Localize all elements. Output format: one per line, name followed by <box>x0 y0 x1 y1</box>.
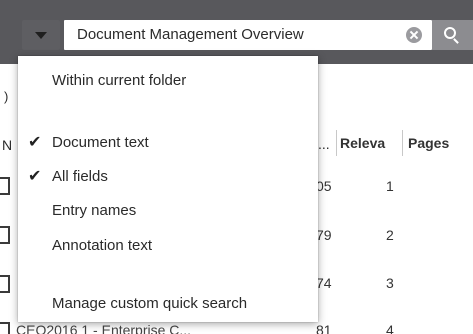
menu-item-label: Entry names <box>52 202 137 219</box>
menu-item-within-current-folder[interactable]: Within current folder <box>18 66 318 96</box>
column-divider[interactable] <box>402 130 403 156</box>
menu-item-label: Manage custom quick search <box>52 295 248 312</box>
app-root: Document Management Overview ) N ... Rel… <box>0 0 473 334</box>
search-scope-dropdown-button[interactable] <box>22 20 60 50</box>
menu-item-entry-names[interactable]: Entry names <box>18 196 318 226</box>
column-header-truncated[interactable]: ... <box>318 136 330 152</box>
table-cell: 05 <box>316 178 332 194</box>
search-icon-handle <box>453 38 459 44</box>
column-divider[interactable] <box>336 130 337 156</box>
checkmark-icon: ✔ <box>28 134 42 151</box>
document-icon <box>0 226 10 244</box>
column-header-name[interactable]: N <box>2 137 12 153</box>
column-header-relevance[interactable]: Releva <box>340 135 385 151</box>
menu-item-label: All fields <box>52 168 108 185</box>
table-cell-relevance: 4 <box>386 322 394 334</box>
menu-item-label: Within current folder <box>52 72 187 89</box>
search-button[interactable] <box>432 20 473 50</box>
caret-down-icon <box>35 32 47 39</box>
table-cell: 74 <box>316 275 332 291</box>
background-text-fragment: ) <box>4 89 9 104</box>
menu-item-annotation-text[interactable]: Annotation text <box>18 231 318 261</box>
table-cell: 79 <box>316 227 332 243</box>
table-cell: 81 <box>316 322 332 334</box>
clear-search-icon[interactable] <box>406 27 422 43</box>
menu-item-manage-custom-quick-search[interactable]: Manage custom quick search <box>18 289 318 319</box>
menu-item-document-text[interactable]: ✔ Document text <box>18 128 318 158</box>
search-input[interactable]: Document Management Overview <box>64 20 432 50</box>
checkmark-icon: ✔ <box>28 168 42 185</box>
document-icon <box>0 275 10 293</box>
menu-item-all-fields[interactable]: ✔ All fields <box>18 162 318 192</box>
menu-item-label: Document text <box>52 134 149 151</box>
table-cell-relevance: 1 <box>386 178 394 194</box>
search-scope-menu: Within current folder ✔ Document text ✔ … <box>18 56 318 322</box>
document-icon <box>0 322 10 334</box>
search-toolbar: Document Management Overview <box>0 0 473 64</box>
table-row-name[interactable]: CEO2016 1 - Enterprise C... <box>16 322 191 334</box>
search-input-value: Document Management Overview <box>77 26 304 43</box>
column-header-pages[interactable]: Pages <box>408 135 449 151</box>
menu-item-label: Annotation text <box>52 237 153 254</box>
menu-divider <box>18 278 318 279</box>
table-cell-relevance: 3 <box>386 275 394 291</box>
document-icon <box>0 177 10 195</box>
table-cell-relevance: 2 <box>386 227 394 243</box>
